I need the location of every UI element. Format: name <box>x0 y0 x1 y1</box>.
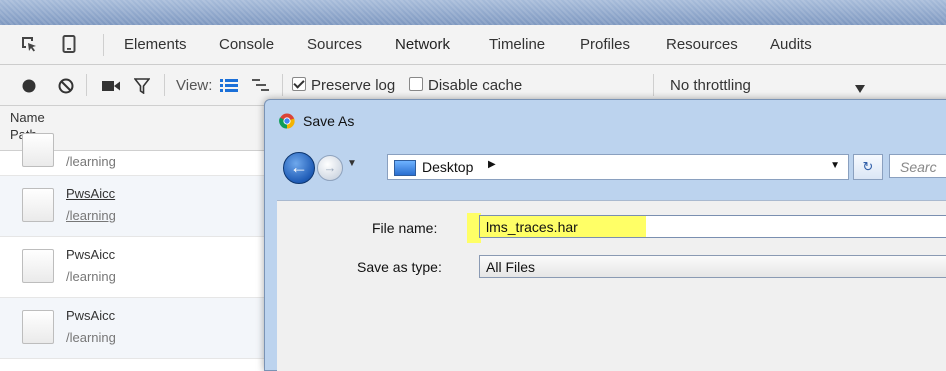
toolbar-separator <box>86 74 87 96</box>
file-name-field[interactable]: lms_traces.har <box>479 215 647 238</box>
tab-audits[interactable]: Audits <box>770 36 812 53</box>
breadcrumb-desktop[interactable]: Desktop <box>422 159 473 175</box>
request-name: PwsAicc <box>66 186 116 201</box>
device-mode-icon[interactable] <box>62 35 76 56</box>
request-path: /learning <box>66 154 116 169</box>
request-name: PwsAicc <box>66 247 116 262</box>
back-arrow-icon[interactable]: ← <box>283 152 315 184</box>
tab-timeline[interactable]: Timeline <box>489 36 545 53</box>
address-bar[interactable]: Desktop ▶ ▼ <box>387 154 849 180</box>
file-thumbnail-icon <box>22 133 54 167</box>
search-input[interactable]: Searc <box>889 154 946 178</box>
tab-network[interactable]: Network <box>395 36 450 53</box>
file-name-field-extension[interactable] <box>646 215 946 238</box>
chrome-logo-icon <box>279 113 295 129</box>
desktop-folder-icon <box>394 160 416 176</box>
refresh-icon[interactable]: ↻ <box>853 154 883 180</box>
address-dropdown-icon[interactable]: ▼ <box>830 160 840 171</box>
tab-resources[interactable]: Resources <box>666 36 738 53</box>
dropdown-arrow-icon[interactable] <box>855 81 865 96</box>
tab-sources[interactable]: Sources <box>307 36 362 53</box>
preserve-log-label: Preserve log <box>311 77 396 94</box>
checkbox-box <box>409 77 423 91</box>
throttling-select[interactable]: No throttling <box>670 77 751 94</box>
tab-profiles[interactable]: Profiles <box>580 36 630 53</box>
request-path: /learning <box>66 269 116 284</box>
file-name-label: File name: <box>372 220 437 236</box>
request-path: /learning <box>66 208 116 223</box>
breadcrumb-arrow-icon[interactable]: ▶ <box>488 159 496 170</box>
tabbar-separator <box>103 34 104 56</box>
toolbar-separator <box>282 74 283 96</box>
tab-console[interactable]: Console <box>219 36 274 53</box>
list-item[interactable]: PwsAicc /learning <box>0 176 265 237</box>
dialog-title-text: Save As <box>303 113 355 129</box>
devtools-tab-bar: Elements Console Sources Network Timelin… <box>0 25 946 65</box>
inspect-icon[interactable] <box>20 35 38 56</box>
dialog-body: File name: lms_traces.har Save as type: … <box>277 200 946 371</box>
file-thumbnail-icon <box>22 188 54 222</box>
preserve-log-checkbox[interactable]: Preserve log <box>292 77 395 94</box>
waterfall-view-icon[interactable] <box>252 78 270 95</box>
view-label: View: <box>176 77 213 94</box>
disable-cache-label: Disable cache <box>428 77 523 94</box>
dialog-navigation-bar: ← → ▼ Desktop ▶ ▼ ↻ Searc <box>277 150 946 186</box>
clear-icon[interactable] <box>58 78 74 97</box>
file-thumbnail-icon <box>22 249 54 283</box>
save-as-type-select[interactable]: All Files <box>479 255 946 278</box>
toolbar-separator <box>653 74 654 96</box>
save-as-type-label: Save as type: <box>357 259 442 275</box>
list-view-icon[interactable] <box>220 78 238 95</box>
recent-locations-dropdown-icon[interactable]: ▼ <box>347 158 357 169</box>
checkbox-box <box>292 77 306 91</box>
save-as-dialog: Save As ← → ▼ Desktop ▶ ▼ ↻ Searc File n… <box>264 99 946 371</box>
window-title-strip <box>0 0 946 25</box>
list-item[interactable]: /learning <box>0 133 265 176</box>
toolbar-separator <box>164 74 165 96</box>
record-icon[interactable] <box>22 79 36 96</box>
tab-elements[interactable]: Elements <box>124 36 187 53</box>
disable-cache-checkbox[interactable]: Disable cache <box>409 77 522 94</box>
filter-icon[interactable] <box>133 78 151 97</box>
request-path: /learning <box>66 330 116 345</box>
dialog-title: Save As <box>279 113 354 129</box>
request-name: PwsAicc <box>66 308 116 323</box>
file-thumbnail-icon <box>22 310 54 344</box>
list-item[interactable]: PwsAicc /learning <box>0 298 265 359</box>
file-name-label-text: File name: <box>372 220 438 236</box>
camera-icon[interactable] <box>102 80 120 95</box>
forward-arrow-icon[interactable]: → <box>317 155 343 181</box>
list-item[interactable]: PwsAicc /learning <box>0 237 265 298</box>
name-column-header[interactable]: Name <box>10 110 45 125</box>
